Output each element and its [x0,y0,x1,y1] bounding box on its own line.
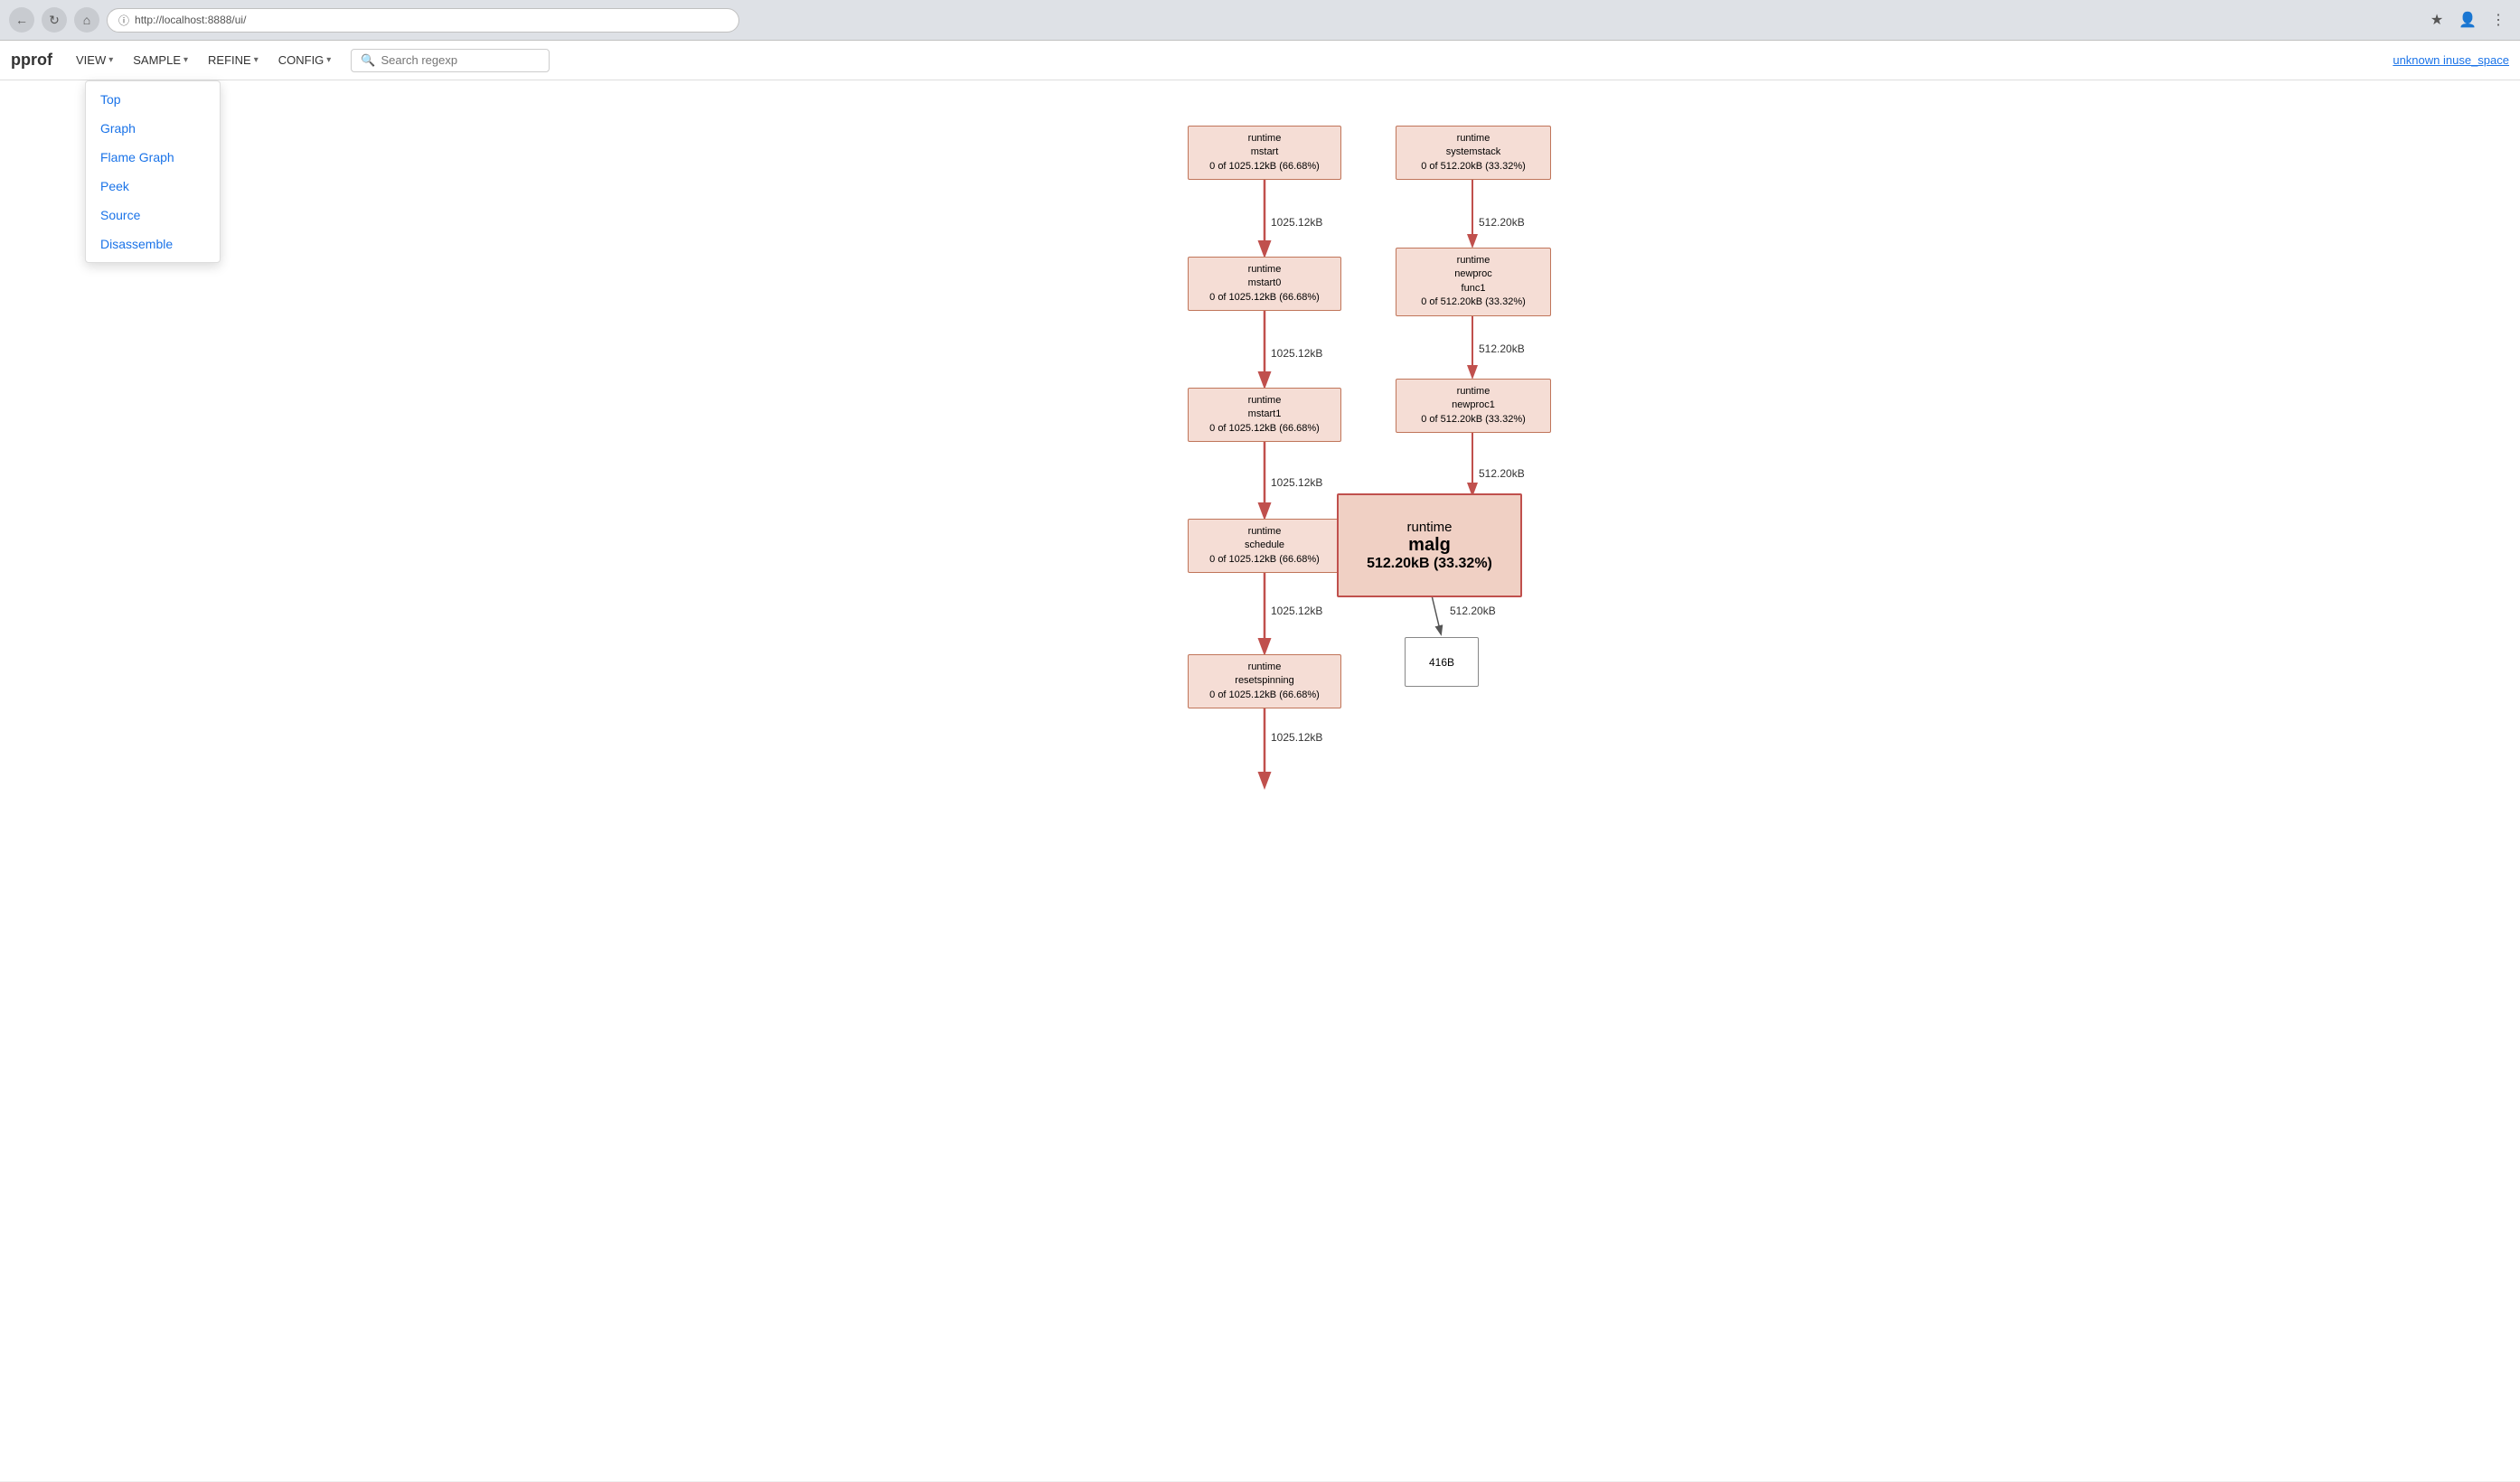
menu-item-disassemble[interactable]: Disassemble [86,230,220,258]
nav-view[interactable]: VIEW ▾ [67,48,122,72]
node-mstart[interactable]: runtime mstart 0 of 1025.12kB (66.68%) [1188,126,1341,180]
menu-item-source[interactable]: Source [86,201,220,230]
edge-label-1: 1025.12kB [1271,216,1322,229]
browser-chrome: ← ↻ ⌂ ⓘ http://localhost:8888/ui/ ★ 👤 ⋮ [0,0,2520,41]
search-icon: 🔍 [361,53,375,68]
node-mstart1[interactable]: runtime mstart1 0 of 1025.12kB (66.68%) [1188,388,1341,442]
nav-config[interactable]: CONFIG ▾ [269,48,341,72]
refine-arrow-icon: ▾ [254,55,259,65]
menu-item-graph[interactable]: Graph [86,114,220,143]
menu-item-peek[interactable]: Peek [86,172,220,201]
edge-label-3: 1025.12kB [1271,347,1322,360]
graph-svg [853,98,1667,867]
nav-refine[interactable]: REFINE ▾ [199,48,268,72]
view-dropdown: Top Graph Flame Graph Peek Source Disass… [85,80,221,263]
search-box[interactable]: 🔍 [351,49,550,72]
node-416b[interactable]: 416B [1405,637,1479,687]
more-icon[interactable]: ⋮ [2486,7,2511,33]
browser-toolbar: ★ 👤 ⋮ [2424,7,2511,33]
url-text: http://localhost:8888/ui/ [135,14,246,26]
node-malg[interactable]: runtime malg 512.20kB (33.32%) [1337,493,1522,597]
app-logo: pprof [11,51,52,70]
address-bar[interactable]: ⓘ http://localhost:8888/ui/ [107,8,739,33]
sample-arrow-icon: ▾ [183,55,188,65]
edge-label-8: 512.20kB [1450,605,1496,617]
home-button[interactable]: ⌂ [74,7,99,33]
config-arrow-icon: ▾ [326,55,331,65]
reload-button[interactable]: ↻ [42,7,67,33]
menu-item-flame-graph[interactable]: Flame Graph [86,143,220,172]
node-newproc1[interactable]: runtime newproc1 0 of 512.20kB (33.32%) [1396,379,1551,433]
node-resetspinning[interactable]: runtime resetspinning 0 of 1025.12kB (66… [1188,654,1341,708]
edge-label-2: 512.20kB [1479,216,1525,229]
extensions-icon[interactable]: ★ [2424,7,2449,33]
edge-label-6: 512.20kB [1479,467,1525,480]
edge-label-5: 1025.12kB [1271,476,1322,489]
back-button[interactable]: ← [9,7,34,33]
node-schedule[interactable]: runtime schedule 0 of 1025.12kB (66.68%) [1188,519,1341,573]
node-newproc-func1[interactable]: runtime newproc func1 0 of 512.20kB (33.… [1396,248,1551,316]
profile-icon[interactable]: 👤 [2455,7,2480,33]
edge-label-4: 512.20kB [1479,342,1525,355]
node-mstart0[interactable]: runtime mstart0 0 of 1025.12kB (66.68%) [1188,257,1341,311]
main-content: runtime mstart 0 of 1025.12kB (66.68%) 1… [0,80,2520,1481]
edge-label-9: 1025.12kB [1271,731,1322,744]
app-header: pprof VIEW ▾ SAMPLE ▾ REFINE ▾ CONFIG ▾ … [0,41,2520,80]
node-systemstack[interactable]: runtime systemstack 0 of 512.20kB (33.32… [1396,126,1551,180]
nav-sample[interactable]: SAMPLE ▾ [124,48,197,72]
security-icon: ⓘ [118,13,129,28]
menu-item-top[interactable]: Top [86,85,220,114]
profile-link[interactable]: unknown inuse_space [2393,53,2509,67]
nav-menu: VIEW ▾ SAMPLE ▾ REFINE ▾ CONFIG ▾ [67,48,340,72]
search-input[interactable] [381,53,541,67]
graph-area: runtime mstart 0 of 1025.12kB (66.68%) 1… [0,80,2520,885]
view-arrow-icon: ▾ [108,55,113,65]
edge-label-7: 1025.12kB [1271,605,1322,617]
